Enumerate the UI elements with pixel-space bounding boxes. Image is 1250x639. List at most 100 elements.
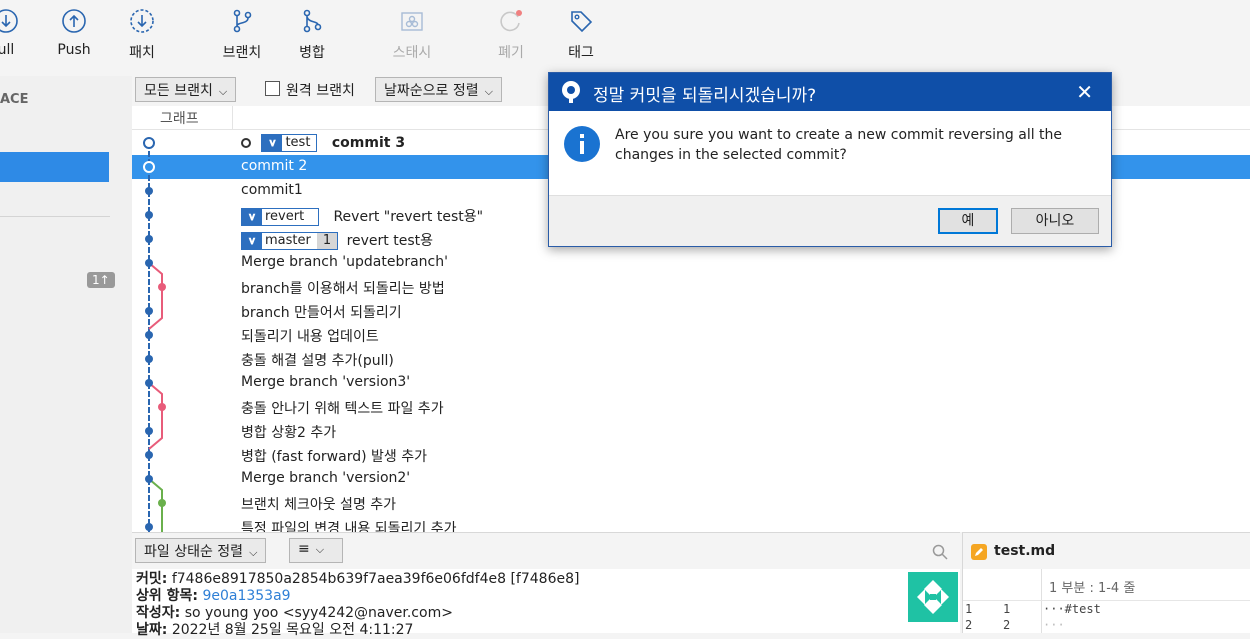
discard-button[interactable]: 폐기 (479, 8, 543, 62)
commit-row[interactable]: branch를 이용해서 되돌리는 방법 (132, 275, 1250, 299)
branch-tag[interactable]: 𝛎 revert (241, 208, 319, 226)
new-line-number: 1 (1003, 602, 1011, 616)
commit-message-cell: 𝛎 revert Revert "revert test용" (241, 206, 483, 226)
commit-row[interactable]: Merge branch 'version3' (132, 371, 1250, 395)
graph-node (145, 427, 153, 435)
commit-message-cell: 𝛎 master 1 revert test용 (241, 230, 433, 250)
fetch-button[interactable]: 패치 (110, 8, 174, 62)
info-icon (564, 126, 600, 162)
parent-label: 상위 항목: (136, 588, 198, 604)
commit-row[interactable]: 병합 (fast forward) 발생 추가 (132, 443, 1250, 467)
branch-icon (233, 9, 252, 33)
ahead-count: 1 (316, 233, 338, 249)
parent-hash-link[interactable]: 9e0a1353a9 (202, 588, 290, 604)
branch-label: 브랜치 (222, 45, 262, 61)
tag-label: 태그 (568, 45, 594, 61)
discard-label: 폐기 (498, 45, 524, 61)
graph-branch-line-red (148, 382, 163, 450)
commit-message: branch를 이용해서 되돌리는 방법 (241, 281, 445, 297)
file-sort-dropdown[interactable]: 파일 상태순 정렬 ⌵ (135, 538, 267, 563)
commit-details: 커밋: f7486e8917850a2854b639f7aea39f6e06fd… (132, 569, 960, 638)
branches-dropdown[interactable]: 모든 브랜치 ⌵ (135, 77, 237, 102)
close-icon[interactable]: ✕ (1076, 80, 1093, 104)
branch-button[interactable]: 브랜치 (210, 8, 274, 62)
tag-icon (571, 11, 593, 33)
commit-row[interactable]: 브랜치 체크아웃 설명 추가 (132, 491, 1250, 515)
push-label: Push (57, 42, 91, 58)
head-indicator-icon (241, 138, 251, 148)
commit-row[interactable]: 특정 파일의 변경 내용 되돌리기 추가 (132, 515, 1250, 532)
discard-icon (500, 10, 522, 32)
branch-tag-label: master (265, 233, 311, 248)
chevron-down-icon: ⌵ (218, 85, 228, 98)
stash-icon (401, 12, 423, 31)
graph-node (145, 187, 153, 195)
remote-branches-checkbox[interactable] (265, 81, 280, 96)
avatar (908, 572, 958, 622)
commit-message: commit1 (241, 182, 303, 198)
merge-button[interactable]: 병합 (280, 8, 344, 62)
remote-branches-label: 원격 브랜치 (286, 83, 355, 99)
old-line-number: 1 (965, 602, 973, 616)
column-separator (232, 106, 233, 130)
graph-node (158, 283, 166, 291)
commit-row[interactable]: 충돌 안나기 위해 텍스트 파일 추가 (132, 395, 1250, 419)
fetch-icon (130, 9, 154, 33)
branch-icon: 𝛎 (242, 209, 262, 225)
sort-dropdown[interactable]: 날짜순으로 정렬 ⌵ (375, 77, 502, 102)
revert-commit-dialog: 정말 커밋을 되돌리시겠습니까? ✕ Are you sure you want… (548, 72, 1112, 247)
sort-dropdown-label: 날짜순으로 정렬 (384, 83, 479, 99)
graph-node (145, 379, 153, 387)
commit-message: Revert "revert test용" (333, 209, 484, 225)
yes-button[interactable]: 예 (938, 208, 998, 234)
search-icon[interactable] (932, 544, 948, 560)
stash-button[interactable]: 스태시 (380, 8, 444, 62)
identicon-icon (917, 580, 949, 614)
diff-line-text: ··· (1043, 618, 1065, 632)
modified-file-icon (971, 544, 987, 560)
branch-tag[interactable]: 𝛎 test (261, 134, 318, 152)
new-line-number: 2 (1003, 618, 1011, 632)
branch-icon: 𝛎 (242, 233, 262, 249)
tag-button[interactable]: 태그 (549, 8, 613, 62)
chevron-down-icon: ⌵ (484, 85, 493, 98)
dialog-title: 정말 커밋을 되돌리시겠습니까? (593, 86, 817, 106)
commit-message-cell: 𝛎 test commit 3 (241, 134, 405, 152)
pull-label: ull (0, 42, 15, 58)
hunk-divider (963, 600, 1250, 601)
commit-row[interactable]: branch 만들어서 되돌리기 (132, 299, 1250, 323)
branch-tag[interactable]: 𝛎 master 1 (241, 232, 339, 250)
graph-node (145, 307, 153, 315)
graph-node (145, 523, 153, 531)
commit-row[interactable]: 충돌 해결 설명 추가(pull) (132, 347, 1250, 371)
commit-row[interactable]: Merge branch 'updatebranch' (132, 251, 1250, 275)
commit-row[interactable]: 되돌리기 내용 업데이트 (132, 323, 1250, 347)
diff-file-name: test.md (994, 543, 1056, 559)
toolbar: ull Push 패치 브랜치 병합 스태시 폐기 태그 (0, 0, 1250, 76)
chevron-down-icon: ⌵ (315, 543, 325, 556)
dialog-footer: 예 아니오 (549, 195, 1111, 246)
no-button[interactable]: 아니오 (1011, 208, 1099, 234)
graph-branch-line-red (148, 262, 163, 330)
commit-message: 충돌 안나기 위해 텍스트 파일 추가 (241, 401, 444, 417)
commit-message: commit 2 (241, 158, 308, 174)
view-menu-dropdown[interactable]: ≡ ⌵ (289, 538, 343, 563)
commit-row[interactable]: Merge branch 'version2' (132, 467, 1250, 491)
date-label: 날짜: (136, 622, 168, 638)
commit-message: commit 3 (331, 135, 406, 151)
date-value: 2022년 8월 25일 목요일 오전 4:11:27 (171, 622, 414, 638)
commit-hash-line: 커밋: f7486e8917850a2854b639f7aea39f6e06fd… (136, 571, 956, 588)
commit-row[interactable]: 병합 상황2 추가 (132, 419, 1250, 443)
author-line: 작성자: so young yoo <syy4242@naver.com> (136, 605, 956, 622)
graph-node (145, 235, 153, 243)
diff-view: 1 부분 : 1-4 줄 1 1 ···#test 2 2 ··· (962, 569, 1250, 633)
push-button[interactable]: Push (42, 8, 106, 58)
sidebar: ACE 1↑ (0, 76, 132, 633)
old-line-number: 2 (965, 618, 973, 632)
commit-message: 특정 파일의 변경 내용 되돌리기 추가 (241, 521, 457, 532)
stash-label: 스태시 (392, 45, 432, 61)
parent-line: 상위 항목: 9e0a1353a9 (136, 588, 956, 605)
file-status-bar: 파일 상태순 정렬 ⌵ ≡ ⌵ (132, 532, 960, 569)
pull-button[interactable]: ull (0, 8, 38, 58)
sidebar-selected-item[interactable] (0, 152, 109, 182)
